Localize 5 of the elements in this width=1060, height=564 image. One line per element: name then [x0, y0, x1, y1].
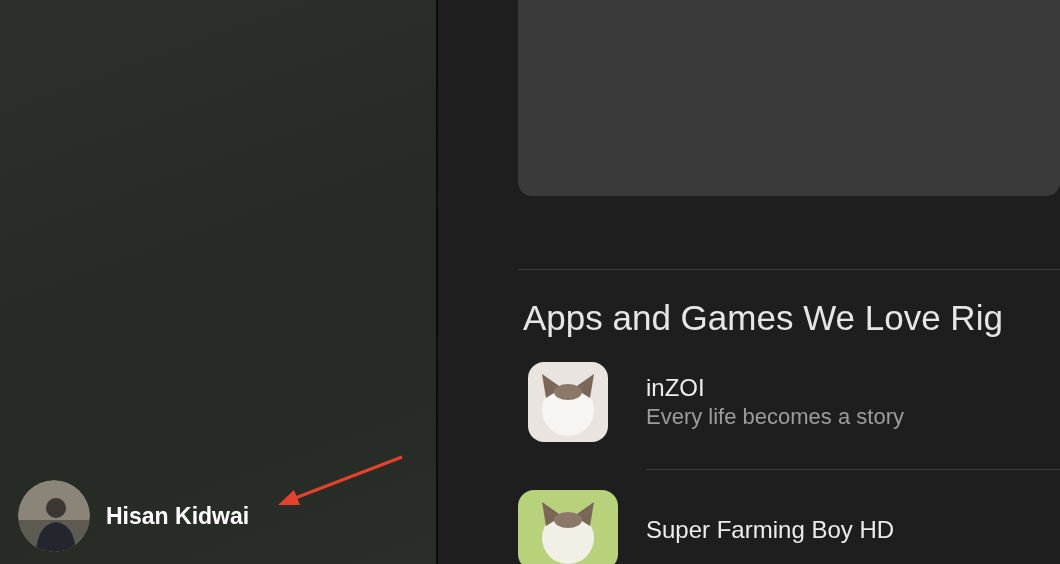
- app-name[interactable]: Super Farming Boy HD: [646, 515, 895, 545]
- user-name[interactable]: Hisan Kidwai: [106, 498, 250, 534]
- app-subtitle: Every life becomes a story: [646, 403, 904, 431]
- app-name[interactable]: inZOI: [646, 373, 904, 403]
- section-heading: Apps and Games We Love Rig: [523, 297, 1004, 339]
